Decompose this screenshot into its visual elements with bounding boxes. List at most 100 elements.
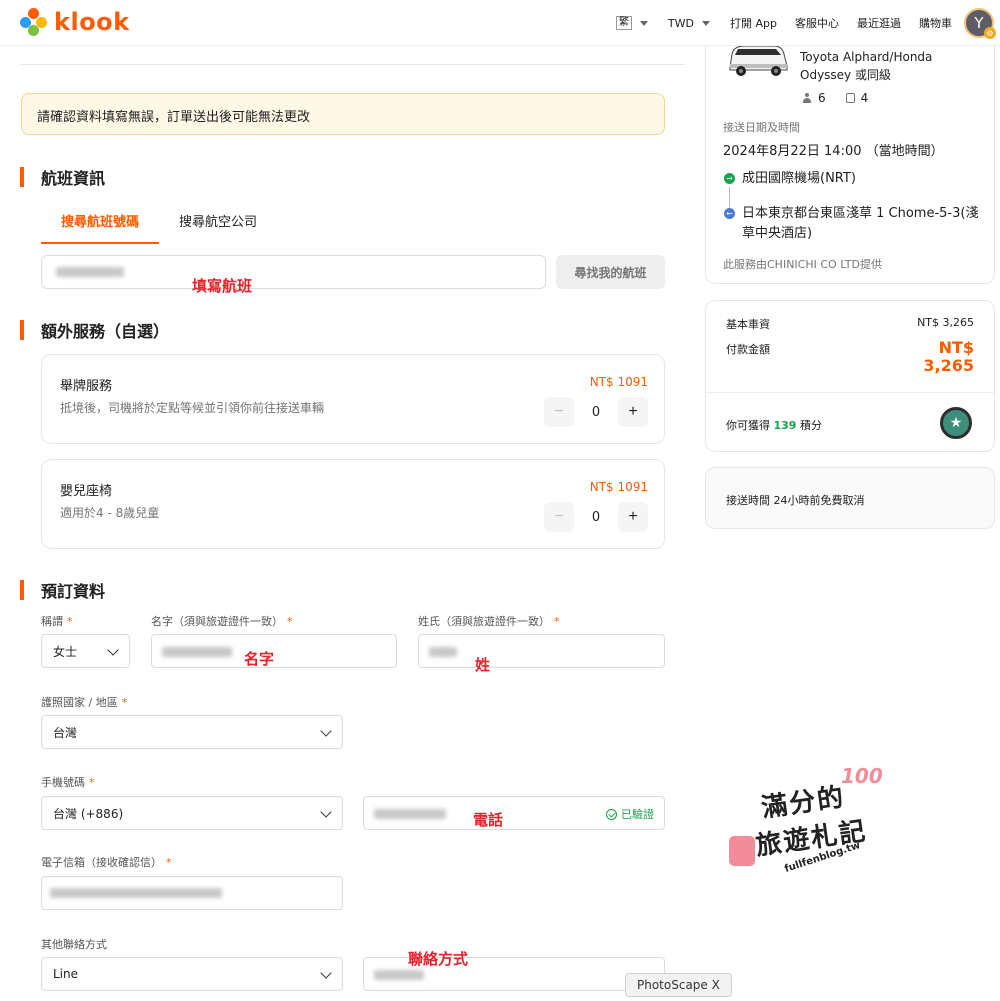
person-icon [802, 93, 812, 103]
car-image [729, 45, 788, 76]
chevron-down-icon [320, 806, 332, 818]
passenger-count: 6 [802, 91, 826, 105]
open-app-link[interactable]: 打開 App [730, 15, 777, 31]
increment-button[interactable]: + [618, 502, 648, 532]
increment-button[interactable]: + [618, 397, 648, 427]
last-name-label: 姓氏（須與旅遊證件一致） * [418, 615, 560, 628]
extra-service-card: 舉牌服務 抵境後，司機將於定點等候並引領你前往接送車輛 NT$ 1091 − 0… [41, 354, 665, 444]
email-field[interactable] [41, 876, 343, 910]
gear-icon: ⚙ [984, 27, 996, 39]
booking-section-title: 預訂資料 [20, 578, 105, 602]
flight-number-input[interactable] [41, 255, 546, 289]
price-summary-card: 基本車資 NT$ 3,265 付款金額 NT$ 3,265 你可獲得 139 積… [705, 300, 995, 452]
luggage-count: 4 [845, 91, 869, 105]
arrow-right-icon: → [724, 173, 735, 184]
points-text: 你可獲得 139 積分 [726, 419, 822, 432]
phone-code-value: 台灣 (+886) [53, 806, 124, 821]
phone-code-select[interactable]: 台灣 (+886) [41, 796, 343, 830]
extra-service-card: 嬰兒座椅 適用於4 - 8歲兒童 NT$ 1091 − 0 + [41, 459, 665, 549]
last-name-field[interactable] [418, 634, 665, 668]
klook-logo[interactable]: klook [20, 8, 130, 36]
cart-link[interactable]: 購物車 [919, 15, 952, 31]
salutation-value: 女士 [53, 644, 78, 659]
other-contact-select[interactable]: Line [41, 957, 343, 991]
first-name-label: 名字（須與旅遊證件一致） * [151, 615, 293, 628]
base-fare-value: NT$ 3,265 [917, 316, 974, 329]
luggage-icon [845, 93, 855, 103]
redacted-text [162, 647, 232, 657]
watermark-badge: 100 [841, 764, 883, 788]
decrement-button[interactable]: − [544, 397, 574, 427]
service-name: 嬰兒座椅 [60, 484, 113, 499]
decrement-button[interactable]: − [544, 502, 574, 532]
date-label: 接送日期及時間 [723, 121, 800, 134]
passport-label: 護照國家 / 地區 * [41, 696, 128, 709]
tab-flight-number[interactable]: 搜尋航班號碼 [41, 203, 160, 244]
pay-amount-value: NT$ 3,265 [923, 338, 974, 375]
blog-watermark: 100 滿分的 旅遊札記 fullfenblog.tw [725, 760, 895, 880]
pickup-location: 成田國際機場(NRT) [742, 171, 856, 186]
pay-amount-label: 付款金額 [726, 343, 770, 356]
quantity-value: 0 [591, 509, 601, 525]
luggage-value: 4 [860, 91, 869, 105]
chevron-down-icon [320, 725, 332, 737]
car-capacity: 6 4 [802, 91, 868, 105]
redacted-text [374, 809, 446, 819]
divider [706, 392, 994, 393]
klook-logo-icon [20, 8, 48, 36]
service-price: NT$ 1091 [589, 480, 648, 494]
avatar[interactable]: Y ⚙ [964, 8, 996, 39]
passport-value: 台灣 [53, 725, 78, 740]
top-header: klook 繁 TWD 打開 App 客服中心 最近逛過 購物車 Y ⚙ [0, 0, 1000, 46]
check-circle-icon [606, 808, 617, 820]
last-name-annotation: 姓 [475, 656, 491, 674]
redacted-text [429, 647, 457, 657]
contact-annotation: 聯絡方式 [408, 950, 469, 968]
redacted-text [374, 970, 424, 980]
confirm-alert: 請確認資料填寫無誤，訂單送出後可能無法更改 [21, 93, 665, 135]
date-value: 2024年8月22日 14:00 （當地時間） [723, 144, 944, 159]
chevron-down-icon [107, 644, 119, 656]
avatar-initial: Y [974, 14, 984, 32]
quantity-stepper: − 0 + [544, 397, 648, 427]
verified-badge: 已驗證 [606, 806, 654, 822]
salutation-select[interactable]: 女士 [41, 634, 130, 668]
tab-airline[interactable]: 搜尋航空公司 [159, 203, 277, 244]
chevron-down-icon [639, 20, 648, 26]
phone-label: 手機號碼 * [41, 776, 95, 789]
redacted-text [50, 888, 222, 898]
service-desc: 抵境後，司機將於定點等候並引領你前往接送車輛 [60, 401, 325, 415]
find-flight-button[interactable]: 尋找我的航班 [556, 255, 665, 289]
phone-number-field[interactable]: 已驗證 [363, 796, 665, 830]
passport-country-select[interactable]: 台灣 [41, 715, 343, 749]
app-tooltip: PhotoScape X [625, 973, 732, 997]
language-label: 繁 [615, 16, 632, 30]
salutation-label: 稱謂 * [41, 615, 73, 628]
recent-link[interactable]: 最近逛過 [857, 15, 901, 31]
flight-section-title: 航班資訊 [20, 165, 105, 189]
service-name: 舉牌服務 [60, 379, 113, 394]
other-contact-label: 其他聯絡方式 [41, 938, 107, 951]
currency-label: TWD [667, 16, 694, 30]
car-name: Toyota Alphard/Honda Odyssey 或同級 [800, 50, 933, 82]
star-medal-icon: ★ [940, 407, 972, 439]
base-fare-label: 基本車資 [726, 318, 770, 331]
chevron-down-icon [320, 967, 332, 979]
service-desc: 適用於4 - 8歲兒童 [60, 506, 160, 520]
currency-selector[interactable]: TWD [668, 17, 710, 30]
service-price: NT$ 1091 [589, 375, 648, 389]
header-nav: 繁 TWD 打開 App 客服中心 最近逛過 購物車 Y ⚙ [596, 0, 1000, 46]
dropoff-location: 日本東京都台東區淺草 1 Chome-5-3(淺草中央酒店) [742, 206, 979, 241]
provider-text: 此服務由CHINICHI CO LTD提供 [723, 258, 883, 271]
verified-label: 已驗證 [621, 808, 654, 821]
language-selector[interactable]: 繁 [615, 16, 648, 30]
divider [20, 64, 685, 65]
phone-annotation: 電話 [473, 811, 504, 829]
flight-tabs: 搜尋航班號碼 搜尋航空公司 [41, 203, 277, 244]
flight-annotation: 填寫航班 [192, 277, 253, 295]
chevron-down-icon [702, 20, 710, 26]
route-line [729, 187, 730, 209]
booking-page: klook 繁 TWD 打開 App 客服中心 最近逛過 購物車 Y ⚙ 請確認… [0, 0, 1000, 1001]
email-label: 電子信箱（接收確認信） * [41, 856, 172, 869]
support-link[interactable]: 客服中心 [795, 15, 839, 31]
